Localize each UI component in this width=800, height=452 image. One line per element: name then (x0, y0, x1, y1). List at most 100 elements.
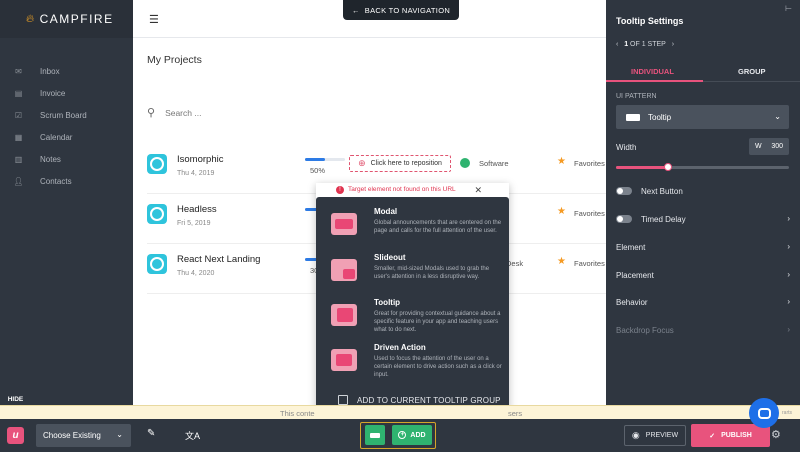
search-bar[interactable]: ⚲ Search ... (147, 106, 201, 119)
placement-row[interactable]: Placement › (616, 267, 790, 283)
width-input[interactable]: W 300 (749, 138, 789, 155)
width-slider[interactable] (616, 163, 789, 171)
add-to-tooltip-group-button[interactable]: ADD TO CURRENT TOOLTIP GROUP (338, 395, 501, 405)
ui-pattern-value: Tooltip (648, 112, 672, 122)
publish-label: PUBLISH (721, 432, 752, 439)
calendar-icon: ▦ (14, 132, 23, 142)
collapse-panel-icon[interactable]: ⊢ (785, 4, 792, 13)
invoice-icon: ▤ (14, 88, 23, 98)
topbar: ☰ ← BACK TO NAVIGATION (133, 0, 606, 38)
app-logo-icon[interactable]: u (7, 427, 24, 444)
chevron-right-icon: › (787, 325, 790, 334)
next-button-toggle-row[interactable]: Next Button (616, 183, 790, 199)
active-tab-indicator (606, 80, 703, 82)
sidebar-item-label: Contacts (40, 176, 72, 186)
publish-button[interactable]: ✓ PUBLISH (691, 424, 770, 447)
gear-icon[interactable]: ⚙ (771, 428, 781, 441)
next-step-icon[interactable]: › (672, 41, 674, 48)
pattern-description: Great for providing contextual guidance … (374, 311, 501, 333)
sidebar-nav: ✉ Inbox ▤ Invoice ☑ Scrum Board ▦ Calendar ▥… (0, 60, 133, 192)
pattern-title: Slideout (374, 253, 406, 262)
sidebar-item-contacts[interactable]: 👤︎ Contacts (0, 170, 133, 192)
behavior-row[interactable]: Behavior › (616, 294, 790, 310)
progress-fill (305, 158, 325, 161)
sidebar-item-invoice[interactable]: ▤ Invoice (0, 82, 133, 104)
width-label: Width (616, 143, 637, 152)
tooltip-pattern-icon (331, 304, 357, 326)
placement-label: Placement (616, 270, 654, 280)
tab-individual[interactable]: INDIVIDUAL (631, 67, 674, 76)
star-icon[interactable]: ★ (557, 156, 566, 167)
sidebar-item-calendar[interactable]: ▦ Calendar (0, 126, 133, 148)
chevron-right-icon: › (787, 242, 790, 251)
reposition-target[interactable]: ⊕ Click here to reposition (349, 155, 451, 172)
search-input[interactable]: Search ... (165, 108, 201, 118)
slideout-pattern-icon (331, 259, 357, 281)
next-button-label: Next Button (641, 186, 683, 196)
modal-pattern-icon (331, 213, 357, 235)
tooltip-type-button[interactable] (365, 425, 385, 445)
sidebar-item-inbox[interactable]: ✉ Inbox (0, 60, 133, 82)
progress-bar (305, 158, 345, 161)
choose-existing-select[interactable]: Choose Existing ⌄ (36, 424, 131, 447)
timed-delay-toggle[interactable] (616, 215, 632, 223)
add-button[interactable]: + ADD (392, 425, 432, 445)
brand-logo[interactable]: 🔥︎ CAMPFIRE (0, 0, 133, 38)
close-icon[interactable]: ✕ (474, 185, 482, 196)
check-icon: ✓ (709, 432, 716, 440)
sidebar-item-label: Invoice (40, 88, 66, 98)
chevron-right-icon: › (787, 270, 790, 279)
tooltip-settings-panel: Tooltip Settings ⊢ ‹ 1 OF 1 STEP › INDIV… (606, 0, 800, 405)
timed-delay-row[interactable]: Timed Delay › (616, 211, 790, 227)
width-unit: W (755, 143, 762, 150)
preview-button[interactable]: ◉ PREVIEW (624, 425, 686, 446)
backdrop-focus-row[interactable]: Backdrop Focus › (616, 322, 790, 338)
element-label: Element (616, 242, 646, 252)
title-bar: My Projects (133, 38, 606, 82)
project-date: Fri 5, 2019 (177, 220, 211, 227)
favorite-label: Favorites (574, 209, 605, 218)
hide-button[interactable]: HIDE (0, 394, 31, 405)
driven-action-pattern-icon (331, 349, 357, 371)
project-name: Headless (177, 204, 217, 215)
ui-pattern-select[interactable]: Tooltip ⌄ (616, 105, 789, 129)
project-date: Thu 4, 2020 (177, 270, 215, 277)
star-icon[interactable]: ★ (557, 256, 566, 267)
copy-icon (338, 395, 348, 405)
step-navigator: ‹ 1 OF 1 STEP › (616, 41, 674, 48)
sidebar-item-label: Notes (40, 154, 61, 164)
slider-knob[interactable] (663, 163, 672, 171)
favorite-label: Favorites (574, 259, 605, 268)
chat-bubble-button[interactable] (749, 398, 779, 428)
hamburger-menu-icon[interactable]: ☰ (149, 13, 159, 26)
star-icon[interactable]: ★ (557, 206, 566, 217)
reposition-label: Click here to reposition (370, 160, 442, 167)
contacts-icon: 👤︎ (13, 176, 24, 186)
sidebar-item-scrum-board[interactable]: ☑ Scrum Board (0, 104, 133, 126)
notes-icon: ▥ (14, 154, 23, 164)
element-row[interactable]: Element › (616, 239, 790, 255)
pattern-title: Tooltip (374, 298, 401, 307)
project-logo-icon (147, 154, 167, 174)
notice-text-tiny: rarts (782, 410, 792, 416)
ui-pattern-menu: Modal Global announcements that are cent… (316, 197, 509, 416)
crosshair-icon: ⊕ (358, 158, 366, 168)
slider-fill (616, 166, 668, 169)
translate-icon[interactable]: 文A (185, 429, 200, 442)
tooltip-pattern-icon (626, 113, 640, 121)
notice-text-left: This conte (280, 409, 315, 418)
eye-icon: ◉ (631, 430, 640, 440)
pattern-description: Used to focus the attention of the user … (374, 356, 502, 378)
chevron-down-icon: ⌄ (116, 430, 123, 439)
project-logo-icon (147, 254, 167, 274)
panel-title: Tooltip Settings (616, 16, 684, 26)
tab-group[interactable]: GROUP (738, 67, 766, 76)
prev-step-icon[interactable]: ‹ (616, 41, 618, 48)
next-button-toggle[interactable] (616, 187, 632, 195)
step-current: 1 (624, 41, 629, 48)
warning-text: Target element not found on this URL (348, 186, 456, 193)
notice-text-right: sers (508, 409, 523, 418)
pencil-icon[interactable]: ✎ (147, 428, 155, 439)
sidebar-item-notes[interactable]: ▥ Notes (0, 148, 133, 170)
back-to-navigation-button[interactable]: ← BACK TO NAVIGATION (343, 0, 459, 20)
